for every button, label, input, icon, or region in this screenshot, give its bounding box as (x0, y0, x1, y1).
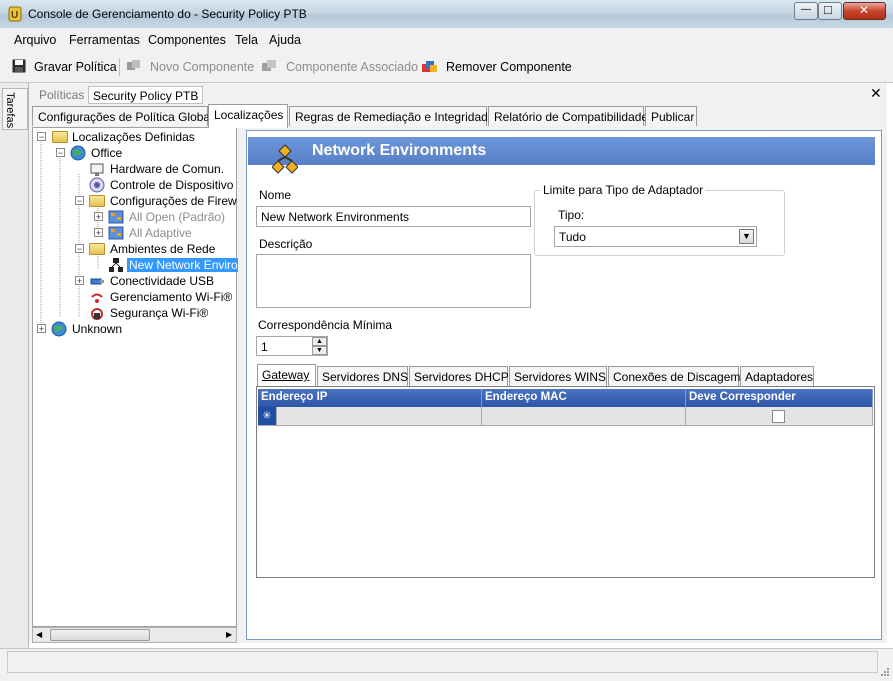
network-environment-icon (271, 143, 299, 175)
expand-toggle[interactable]: + (37, 324, 46, 334)
minimize-button[interactable]: — (794, 2, 818, 20)
expand-toggle[interactable]: + (94, 212, 103, 222)
cell-mac-input[interactable] (482, 407, 686, 426)
tab-adapters[interactable]: Adaptadores (740, 366, 814, 386)
device-control-icon (89, 177, 105, 193)
usb-icon (89, 273, 105, 289)
tree-node-firewall[interactable]: Configurações de Firew (110, 193, 237, 209)
column-header-mac[interactable]: Endereço MAC (482, 389, 686, 407)
expand-toggle[interactable]: + (75, 276, 84, 286)
content-title: Network Environments (312, 142, 487, 159)
associated-component-icon (261, 59, 277, 73)
min-match-label: Correspondência Mínima (258, 318, 393, 332)
menu-componentes[interactable]: Componentes (148, 33, 226, 47)
resize-grip-icon[interactable] (880, 666, 890, 676)
network-environment-icon (108, 257, 124, 273)
save-icon (12, 59, 26, 73)
stepper-up-icon[interactable]: ▲ (312, 337, 327, 346)
close-window-button[interactable]: ✕ (843, 2, 886, 20)
expand-toggle[interactable]: − (37, 132, 46, 142)
tree-node-network-environments[interactable]: Ambientes de Rede (110, 241, 215, 257)
app-icon: U (8, 6, 22, 22)
tree-node-unknown[interactable]: Unknown (72, 321, 122, 337)
expand-toggle[interactable]: − (75, 244, 84, 254)
tab-publish[interactable]: Publicar (645, 106, 697, 126)
window-title: Console de Gerenciamento do - Security P… (28, 7, 307, 21)
adapter-type-group-label: Limite para Tipo de Adaptador (541, 183, 706, 197)
menu-arquivo[interactable]: Arquivo (14, 33, 56, 47)
menu-tela[interactable]: Tela (235, 33, 258, 47)
tab-global-policy[interactable]: Configurações de Política Global (32, 106, 213, 126)
new-component-button[interactable]: Novo Componente (150, 60, 254, 74)
panel-splitter[interactable] (238, 127, 246, 643)
menu-ajuda[interactable]: Ajuda (269, 33, 301, 47)
tree-node-wifi-management[interactable]: Gerenciamento Wi-Fi® (110, 289, 232, 305)
tab-remediation[interactable]: Regras de Remediação e Integridade (289, 106, 494, 126)
tree-node-office[interactable]: Office (91, 145, 122, 161)
hardware-icon (89, 161, 105, 177)
description-input[interactable] (256, 254, 531, 308)
tab-gateway[interactable]: Gateway (257, 364, 316, 386)
tab-dialup-connections[interactable]: Conexões de Discagem (608, 366, 740, 386)
associated-component-button[interactable]: Componente Associado (286, 60, 418, 74)
tab-dns-servers[interactable]: Servidores DNS (317, 366, 408, 386)
tree-node-all-adaptive[interactable]: All Adaptive (129, 225, 192, 241)
maximize-icon: □ (824, 2, 832, 17)
minimize-icon: — (801, 4, 811, 15)
folder-open-icon (52, 131, 68, 143)
tree-node-device-control[interactable]: Controle de Dispositivo (110, 177, 233, 193)
breadcrumb-current[interactable]: Security Policy PTB (88, 86, 204, 104)
globe-icon (70, 145, 86, 161)
tree-node-wifi-security[interactable]: Segurança Wi-Fi® (110, 305, 208, 321)
name-label: Nome (259, 188, 292, 202)
tree-node-usb[interactable]: Conectividade USB (110, 273, 214, 289)
tree-node-hardware[interactable]: Hardware de Comun. (110, 161, 224, 177)
tasks-strip (0, 83, 29, 680)
column-header-ip[interactable]: Endereço IP (258, 389, 482, 407)
scroll-right-icon[interactable]: ▶ (226, 630, 232, 639)
folder-open-icon (89, 195, 105, 207)
menu-ferramentas[interactable]: Ferramentas (69, 33, 140, 47)
expand-toggle[interactable]: − (56, 148, 65, 158)
scroll-left-icon[interactable]: ◀ (36, 630, 42, 639)
cell-ip-input[interactable] (277, 407, 482, 426)
expand-toggle[interactable]: − (75, 196, 84, 206)
tree-node-new-network-environment[interactable]: New Network Enviro (127, 257, 240, 273)
close-document-icon[interactable]: ✕ (870, 85, 882, 102)
breadcrumb-policies[interactable]: Políticas (35, 86, 88, 104)
toolbar-divider (119, 58, 120, 76)
save-policy-button[interactable]: Gravar Política (34, 60, 117, 74)
must-match-checkbox[interactable] (772, 410, 785, 423)
column-header-must-match[interactable]: Deve Corresponder (686, 389, 873, 407)
remove-component-icon (421, 59, 438, 74)
tab-compatibility-report[interactable]: Relatório de Compatibilidade (488, 106, 648, 126)
wifi-security-icon (89, 305, 105, 321)
scroll-thumb[interactable] (50, 629, 150, 641)
firewall-icon (108, 209, 124, 225)
tab-dhcp-servers[interactable]: Servidores DHCP (409, 366, 509, 386)
close-icon: ✕ (859, 3, 870, 17)
stepper-down-icon[interactable]: ▼ (312, 346, 327, 355)
name-input[interactable]: New Network Environments (256, 206, 531, 227)
wifi-icon (89, 289, 105, 305)
chevron-down-icon[interactable]: ▼ (739, 229, 754, 244)
svg-text:U: U (11, 10, 18, 21)
tasks-label: Tarefas (4, 92, 16, 129)
globe-icon (51, 321, 67, 337)
remove-component-button[interactable]: Remover Componente (446, 60, 572, 74)
new-component-icon (126, 59, 142, 73)
folder-open-icon (89, 243, 105, 255)
new-row-marker-icon: ✳ (258, 407, 277, 426)
tab-locations[interactable]: Localizações (208, 104, 288, 128)
firewall-icon (108, 225, 124, 241)
description-label: Descrição (259, 237, 313, 251)
status-panel (7, 651, 878, 673)
tree-node-all-open[interactable]: All Open (Padrão) (129, 209, 225, 225)
expand-toggle[interactable]: + (94, 228, 103, 238)
maximize-button[interactable]: □ (818, 2, 842, 20)
tree-node-defined-locations[interactable]: Localizações Definidas (72, 129, 195, 145)
tab-wins-servers[interactable]: Servidores WINS (509, 366, 607, 386)
type-label: Tipo: (558, 208, 585, 222)
type-select[interactable]: Tudo (554, 226, 757, 247)
